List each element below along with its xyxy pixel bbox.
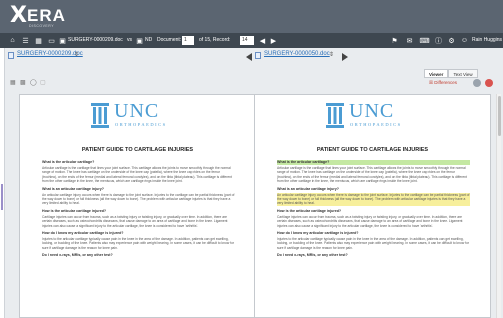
left-doc-menu-icon[interactable]: ⇕ <box>74 51 79 58</box>
scrollbar-thumb[interactable] <box>498 96 501 136</box>
unc-logo: UNC ORTHOPAEDICS <box>325 100 425 137</box>
page-title: PATIENT GUIDE TO CARTILAGE INJURIES <box>81 147 194 153</box>
tab-text-view[interactable]: Text View <box>448 69 478 78</box>
page-content: What is the articular cartilage? Articul… <box>277 157 470 258</box>
xera-logo: X ERA DISCOVERY <box>10 3 65 28</box>
section-question: How do I know my articular cartilage is … <box>277 231 359 236</box>
section-paragraph: Articular cartilage is the cartilage tha… <box>277 166 467 184</box>
section-question: Do I need x-rays, MRIs, or any other tes… <box>42 253 113 258</box>
page-content: What is the articular cartilage? Articul… <box>42 157 235 258</box>
unc-logo-text: UNC <box>114 100 160 122</box>
page-title: PATIENT GUIDE TO CARTILAGE INJURIES <box>316 147 429 153</box>
settings-circle-icon[interactable] <box>473 79 481 87</box>
section-paragraph: Injuries to the articular cartilage typi… <box>277 237 469 250</box>
list-icon[interactable]: ☰ <box>21 36 30 45</box>
differences-toggle[interactable]: ☒ Differences <box>429 80 457 86</box>
unc-logo-sub: ORTHOPAEDICS <box>350 122 402 127</box>
logo-sub: DISCOVERY <box>29 24 55 28</box>
section-paragraph: Cartilage injuries can occur from trauma… <box>42 214 228 228</box>
record-number-input[interactable]: 14 <box>240 36 254 45</box>
prev-doc-icon[interactable] <box>246 53 252 61</box>
user-name[interactable]: Rain Huggins <box>472 37 502 43</box>
of-record-label: of 15, Record: <box>199 37 231 43</box>
section-question: What is an articular cartilage injury? <box>42 186 104 191</box>
doc-icon: ▣ <box>59 37 66 45</box>
toolbar-doc2[interactable]: ND <box>145 37 152 43</box>
document-number-input[interactable]: 1 <box>182 36 194 45</box>
section-paragraph: Articular cartilage is the cartilage tha… <box>42 166 232 184</box>
zoom-icon[interactable]: ◯ <box>30 79 37 86</box>
left-document-page[interactable]: UNC ORTHOPAEDICS PATIENT GUIDE TO CARTIL… <box>19 94 256 318</box>
section-question: What is an articular cartilage injury? <box>277 186 339 191</box>
section-paragraph: Cartilage injuries can occur from trauma… <box>277 214 463 228</box>
section-paragraph: Injuries to the articular cartilage typi… <box>42 237 234 250</box>
section-question: How is the articular cartilage injured? <box>277 208 342 213</box>
panel-grip[interactable] <box>1 184 3 210</box>
section-paragraph: An articular cartilage injury occurs whe… <box>42 192 235 206</box>
email-icon[interactable]: ✉ <box>405 36 414 45</box>
unc-logo-sub: ORTHOPAEDICS <box>115 122 167 127</box>
page-scrollbar[interactable] <box>496 94 501 318</box>
flag-icon[interactable]: ⚑ <box>390 36 399 45</box>
toolbar-vs: vs <box>127 37 132 43</box>
unc-column-icon <box>326 103 344 128</box>
left-doc-icon <box>8 52 14 59</box>
right-doc-icon <box>255 52 261 59</box>
section-paragraph: An articular cartilage injury occurs whe… <box>277 192 470 206</box>
doc2-icon: ▣ <box>136 37 143 45</box>
document-label: Document: <box>157 37 182 43</box>
right-document-page[interactable]: UNC ORTHOPAEDICS PATIENT GUIDE TO CARTIL… <box>254 94 491 318</box>
help-icon[interactable]: ⓘ <box>434 36 443 45</box>
unc-column-icon <box>91 103 109 128</box>
section-question: What is the articular cartilage? <box>42 160 95 164</box>
section-question: Do I need x-rays, MRIs, or any other tes… <box>277 253 348 258</box>
section-question: How is the articular cartilage injured? <box>42 208 107 213</box>
close-circle-icon[interactable] <box>485 79 493 87</box>
files-icon[interactable]: ▭ <box>47 36 56 45</box>
section-question: What is the articular cartilage? <box>277 160 470 165</box>
left-panel-edge[interactable] <box>0 48 5 318</box>
fit-icon[interactable]: ▦ <box>10 79 16 86</box>
view-tabs: Viewer Text View <box>424 69 478 78</box>
right-doc-link[interactable]: SURGERY-0000050.doc <box>264 51 330 57</box>
image-icon[interactable]: ▢ <box>40 79 46 86</box>
prev-record-icon[interactable]: ◀ <box>258 36 267 45</box>
app-header: X ERA DISCOVERY <box>0 0 503 33</box>
settings-icon[interactable]: ⚙ <box>447 36 456 45</box>
differences-label: Differences <box>434 80 457 85</box>
toolbar-doc1[interactable]: SURGERY-0000209.doc <box>68 37 123 43</box>
grid-icon[interactable]: ▦ <box>34 36 43 45</box>
logo-era: ERA <box>27 6 66 25</box>
next-doc-icon[interactable] <box>342 53 348 61</box>
next-record-icon[interactable]: ▶ <box>269 36 278 45</box>
main-toolbar: ⌂ ☰ ▦ ▭ ▣ SURGERY-0000209.doc vs ▣ ND Do… <box>0 33 503 48</box>
keyboard-icon[interactable]: ⌨ <box>419 36 429 45</box>
logo-x: X <box>10 3 27 28</box>
left-doc-link[interactable]: SURGERY-0000209.doc <box>17 51 83 57</box>
file-bar: SURGERY-0000209.doc ⇕ SURGERY-0000050.do… <box>8 51 503 63</box>
thumbnails-icon[interactable]: ▩ <box>20 79 26 86</box>
unc-logo: UNC ORTHOPAEDICS <box>90 100 190 137</box>
home-icon[interactable]: ⌂ <box>8 36 17 45</box>
right-doc-menu-icon[interactable]: ⇕ <box>329 51 334 58</box>
tab-viewer[interactable]: Viewer <box>424 69 449 78</box>
user-icon[interactable]: ☺ <box>460 36 469 45</box>
unc-logo-text: UNC <box>349 100 395 122</box>
section-question: How do I know my articular cartilage is … <box>42 231 124 236</box>
